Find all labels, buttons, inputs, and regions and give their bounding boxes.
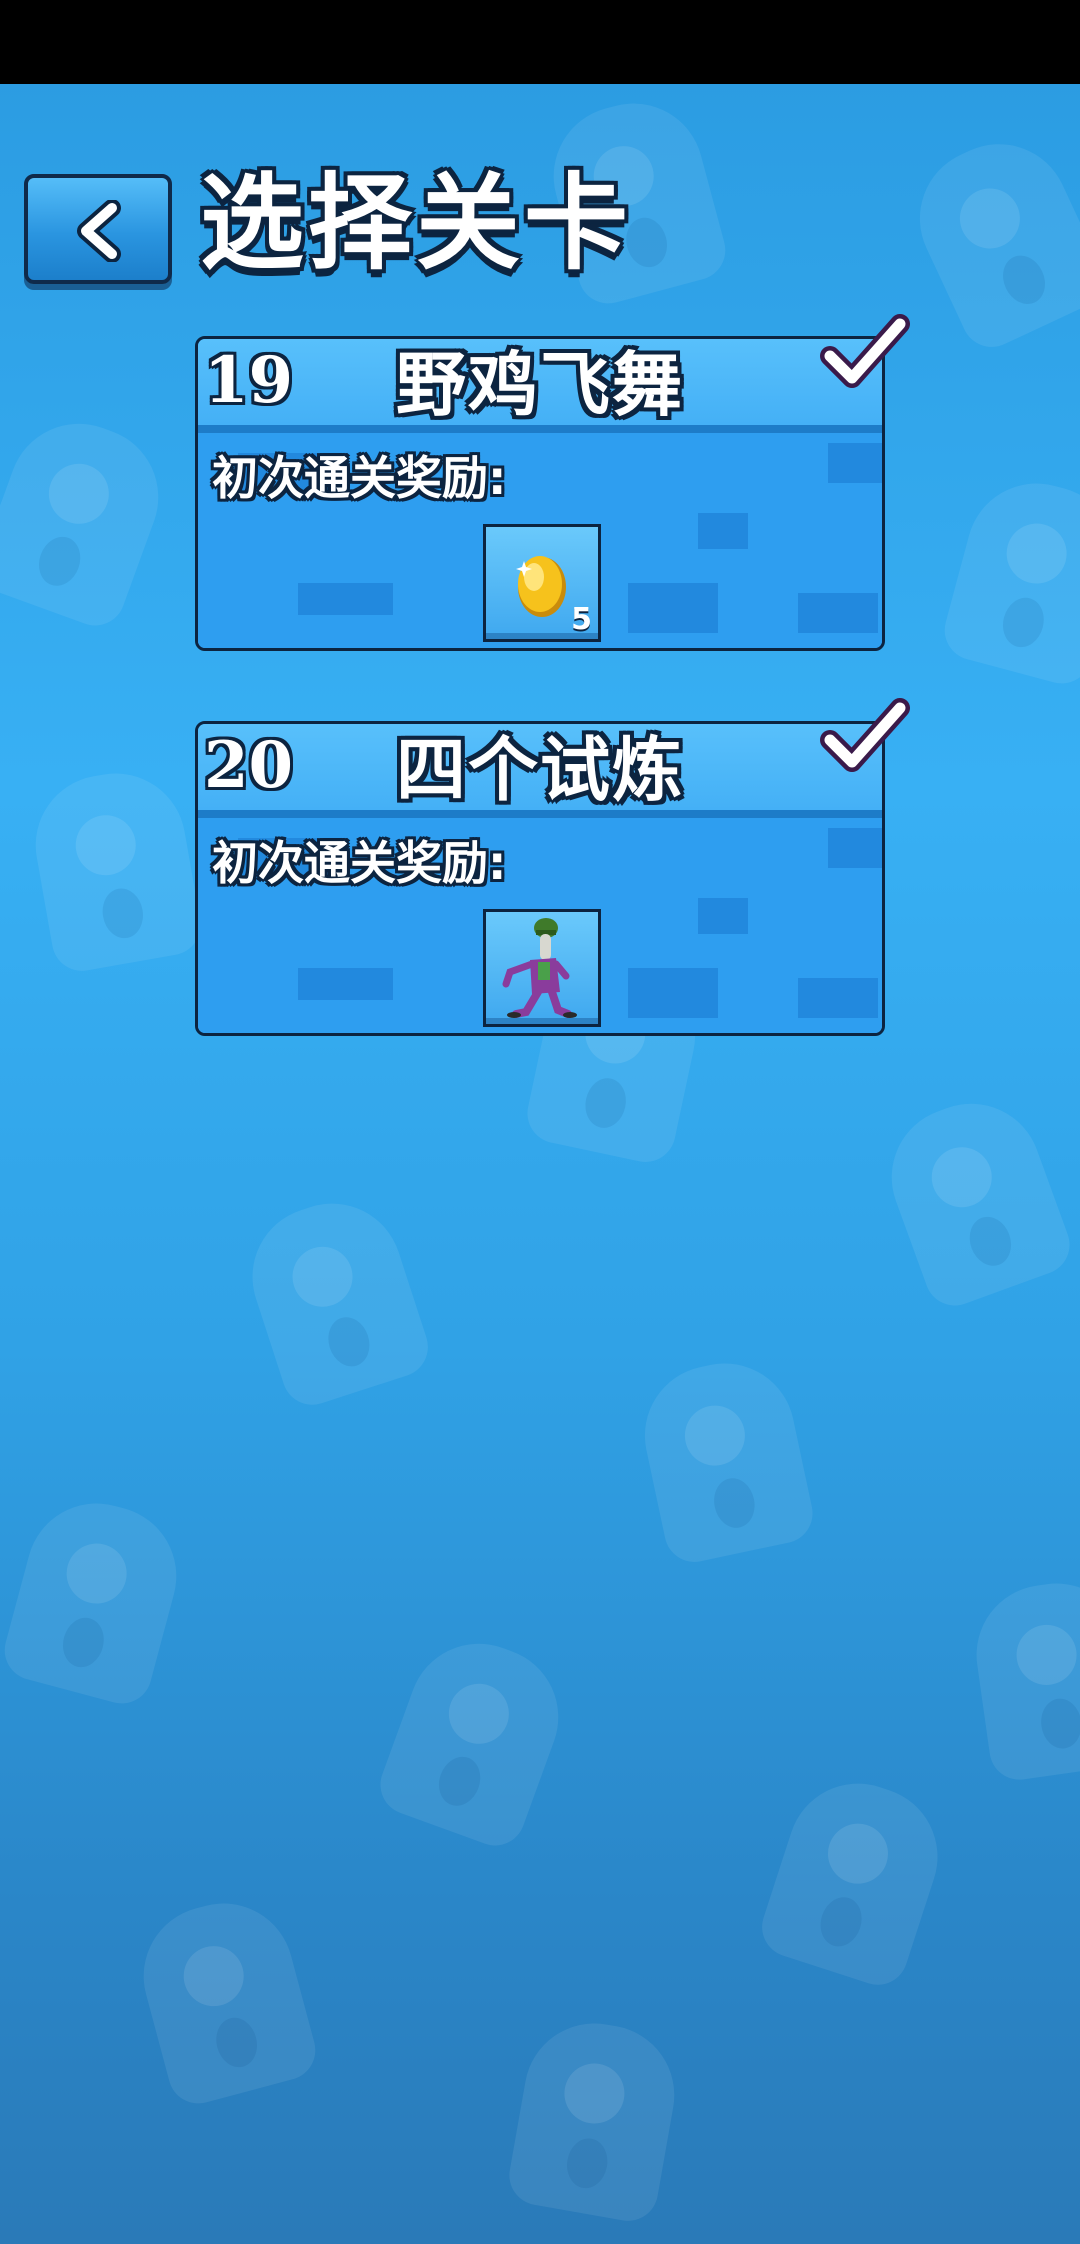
reward-slot <box>483 909 601 1027</box>
level-name: 四个试炼 <box>396 729 684 811</box>
page-title: 选择关卡 <box>200 162 633 284</box>
check-icon <box>820 314 910 388</box>
level-name: 野鸡飞舞 <box>396 344 684 426</box>
level-card-20[interactable]: 20 四个试炼 初次通关奖励: <box>195 721 885 1036</box>
reward-label: 初次通关奖励: <box>212 451 507 505</box>
dancing-character-icon <box>502 918 577 1018</box>
reward-slot: 5 <box>483 524 601 642</box>
status-bar <box>0 0 1080 84</box>
reward-label: 初次通关奖励: <box>212 836 507 890</box>
check-icon <box>820 698 910 772</box>
chevron-left-icon <box>77 200 121 262</box>
back-button[interactable] <box>24 174 172 284</box>
level-card-19[interactable]: 19 野鸡飞舞 初次通关奖励: 5 <box>195 336 885 651</box>
reward-count: 5 <box>571 602 592 637</box>
